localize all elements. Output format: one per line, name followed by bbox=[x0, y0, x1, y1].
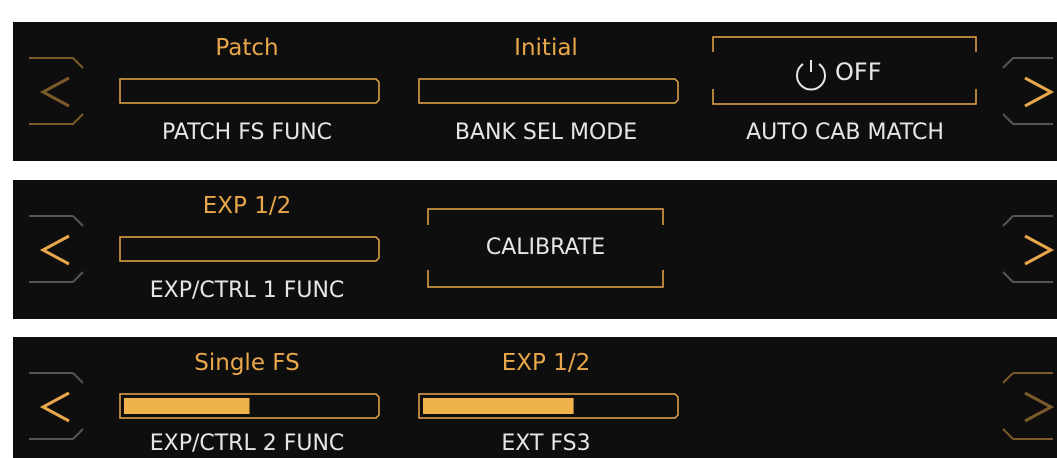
prev-page-arrow-icon[interactable] bbox=[29, 57, 84, 125]
param-label: EXT FS3 bbox=[501, 431, 591, 456]
next-page-arrow-icon[interactable] bbox=[1002, 372, 1055, 440]
param-value: Single FS bbox=[194, 350, 300, 376]
param-label: EXP/CTRL 1 FUNC bbox=[149, 278, 345, 303]
settings-panel-2: EXP 1/2 EXP/CTRL 1 FUNC CALIBRATE bbox=[13, 180, 1057, 319]
settings-panel-1: Patch PATCH FS FUNC Initial BANK SEL MOD… bbox=[13, 22, 1057, 161]
param-label: EXP/CTRL 2 FUNC bbox=[149, 431, 345, 456]
param-label: BANK SEL MODE bbox=[454, 120, 638, 145]
calibrate-button[interactable]: CALIBRATE bbox=[428, 234, 663, 262]
prev-page-arrow-icon[interactable] bbox=[29, 215, 84, 283]
param-bar-outline[interactable] bbox=[119, 78, 380, 104]
settings-panel-3: Single FS EXP/CTRL 2 FUNC EXP 1/2 EXT FS… bbox=[13, 337, 1057, 458]
param-value: Patch bbox=[215, 35, 279, 61]
toggle-label: AUTO CAB MATCH bbox=[746, 120, 944, 145]
next-page-arrow-icon[interactable] bbox=[1002, 57, 1055, 125]
param-value: Initial bbox=[514, 35, 578, 61]
param-bar-outline[interactable] bbox=[418, 78, 679, 104]
param-label: PATCH FS FUNC bbox=[161, 120, 333, 145]
param-level-fill bbox=[124, 398, 250, 414]
param-value: EXP 1/2 bbox=[202, 193, 292, 219]
toggle-state: OFF bbox=[835, 58, 882, 86]
power-icon bbox=[796, 60, 826, 91]
param-level-fill bbox=[423, 398, 574, 414]
param-bar-outline[interactable] bbox=[119, 236, 380, 262]
prev-page-arrow-icon[interactable] bbox=[29, 372, 84, 440]
param-value: EXP 1/2 bbox=[501, 350, 591, 376]
next-page-arrow-icon[interactable] bbox=[1002, 215, 1055, 283]
